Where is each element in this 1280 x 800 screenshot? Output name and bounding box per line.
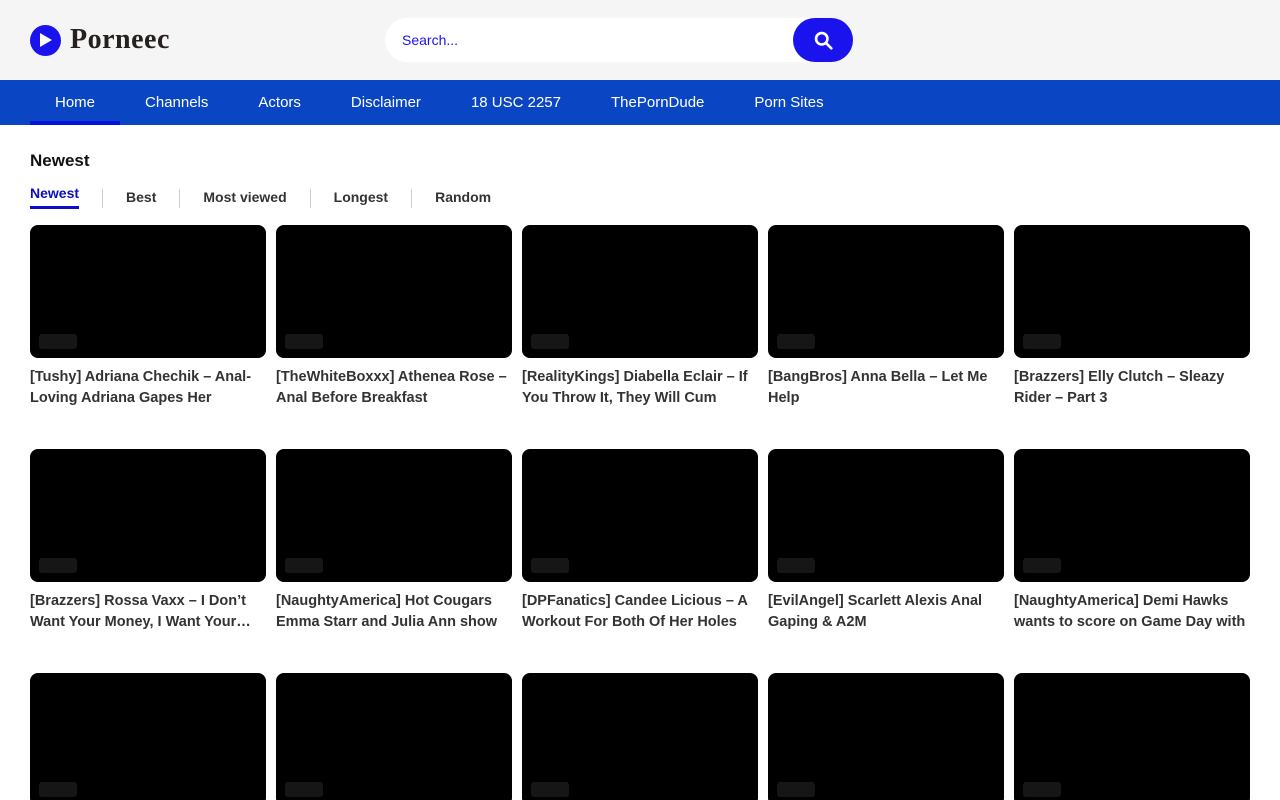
page-title: Newest	[30, 151, 1250, 171]
nav-item-theporndude[interactable]: ThePornDude	[586, 80, 729, 125]
tab-random[interactable]: Random	[412, 189, 514, 211]
duration-badge	[531, 782, 569, 797]
video-title[interactable]: [EvilAngel] Scarlett Alexis Anal Gaping …	[768, 591, 1004, 633]
search-bar	[385, 18, 853, 62]
video-thumbnail[interactable]	[1014, 449, 1250, 582]
search-icon	[813, 30, 834, 51]
video-card-2[interactable]: [TheWhiteBoxxx] Athenea Rose – Anal Befo…	[276, 225, 512, 409]
video-thumbnail[interactable]	[522, 225, 758, 358]
video-title[interactable]: [TheWhiteBoxxx] Athenea Rose – Anal Befo…	[276, 367, 512, 409]
video-title[interactable]: [DPFanatics] Candee Licious – A Workout …	[522, 591, 758, 633]
video-title[interactable]: [BangBros] Anna Bella – Let Me Help	[768, 367, 1004, 409]
video-grid: [Tushy] Adriana Chechik – Anal-Loving Ad…	[30, 225, 1250, 800]
video-card-9[interactable]: [EvilAngel] Scarlett Alexis Anal Gaping …	[768, 449, 1004, 633]
nav-item-18-usc-2257[interactable]: 18 USC 2257	[446, 80, 586, 125]
duration-badge	[1023, 782, 1061, 797]
duration-badge	[777, 558, 815, 573]
play-logo-icon	[30, 25, 61, 56]
video-card-1[interactable]: [Tushy] Adriana Chechik – Anal-Loving Ad…	[30, 225, 266, 409]
duration-badge	[39, 782, 77, 797]
video-card-4[interactable]: [BangBros] Anna Bella – Let Me Help	[768, 225, 1004, 409]
nav-item-channels[interactable]: Channels	[120, 80, 233, 125]
video-thumbnail[interactable]	[1014, 673, 1250, 800]
search-button[interactable]	[793, 18, 853, 62]
main-nav: HomeChannelsActorsDisclaimer18 USC 2257T…	[0, 80, 1280, 125]
video-card-partial-3[interactable]	[522, 673, 758, 800]
video-card-5[interactable]: [Brazzers] Elly Clutch – Sleazy Rider – …	[1014, 225, 1250, 409]
video-title[interactable]: [Brazzers] Elly Clutch – Sleazy Rider – …	[1014, 367, 1250, 409]
video-thumbnail[interactable]	[30, 449, 266, 582]
nav-item-home[interactable]: Home	[30, 80, 120, 125]
duration-badge	[39, 334, 77, 349]
duration-badge	[777, 334, 815, 349]
duration-badge	[39, 558, 77, 573]
video-thumbnail[interactable]	[522, 673, 758, 800]
tab-best[interactable]: Best	[103, 189, 179, 211]
video-card-8[interactable]: [DPFanatics] Candee Licious – A Workout …	[522, 449, 758, 633]
video-title[interactable]: [RealityKings] Diabella Eclair – If You …	[522, 367, 758, 409]
video-thumbnail[interactable]	[276, 449, 512, 582]
main-content: Newest NewestBestMost viewedLongestRando…	[0, 151, 1280, 800]
tab-most-viewed[interactable]: Most viewed	[180, 189, 309, 211]
tab-newest[interactable]: Newest	[30, 185, 102, 215]
video-thumbnail[interactable]	[276, 673, 512, 800]
video-card-10[interactable]: [NaughtyAmerica] Demi Hawks wants to sco…	[1014, 449, 1250, 633]
video-title[interactable]: [Brazzers] Rossa Vaxx – I Don’t Want You…	[30, 591, 266, 633]
video-thumbnail[interactable]	[768, 673, 1004, 800]
video-thumbnail[interactable]	[768, 449, 1004, 582]
duration-badge	[1023, 334, 1061, 349]
video-card-partial-4[interactable]	[768, 673, 1004, 800]
duration-badge	[531, 558, 569, 573]
video-thumbnail[interactable]	[30, 673, 266, 800]
sort-tabs: NewestBestMost viewedLongestRandom	[30, 185, 1250, 215]
video-thumbnail[interactable]	[522, 449, 758, 582]
duration-badge	[285, 334, 323, 349]
nav-item-disclaimer[interactable]: Disclaimer	[326, 80, 446, 125]
video-card-3[interactable]: [RealityKings] Diabella Eclair – If You …	[522, 225, 758, 409]
video-title[interactable]: [Tushy] Adriana Chechik – Anal-Loving Ad…	[30, 367, 266, 409]
video-title[interactable]: [NaughtyAmerica] Demi Hawks wants to sco…	[1014, 591, 1250, 633]
video-title[interactable]: [NaughtyAmerica] Hot Cougars Emma Starr …	[276, 591, 512, 633]
video-thumbnail[interactable]	[30, 225, 266, 358]
header: Porneec	[0, 0, 1280, 80]
video-thumbnail[interactable]	[768, 225, 1004, 358]
video-card-partial-5[interactable]	[1014, 673, 1250, 800]
brand-logo[interactable]: Porneec	[30, 24, 170, 56]
video-thumbnail[interactable]	[1014, 225, 1250, 358]
duration-badge	[285, 782, 323, 797]
video-card-7[interactable]: [NaughtyAmerica] Hot Cougars Emma Starr …	[276, 449, 512, 633]
brand-name: Porneec	[70, 24, 170, 56]
duration-badge	[531, 334, 569, 349]
nav-item-porn-sites[interactable]: Porn Sites	[729, 80, 848, 125]
tab-longest[interactable]: Longest	[311, 189, 411, 211]
duration-badge	[1023, 558, 1061, 573]
search-input[interactable]	[385, 18, 853, 62]
duration-badge	[285, 558, 323, 573]
video-card-partial-2[interactable]	[276, 673, 512, 800]
video-thumbnail[interactable]	[276, 225, 512, 358]
nav-item-actors[interactable]: Actors	[233, 80, 326, 125]
duration-badge	[777, 782, 815, 797]
video-card-partial-1[interactable]	[30, 673, 266, 800]
video-card-6[interactable]: [Brazzers] Rossa Vaxx – I Don’t Want You…	[30, 449, 266, 633]
